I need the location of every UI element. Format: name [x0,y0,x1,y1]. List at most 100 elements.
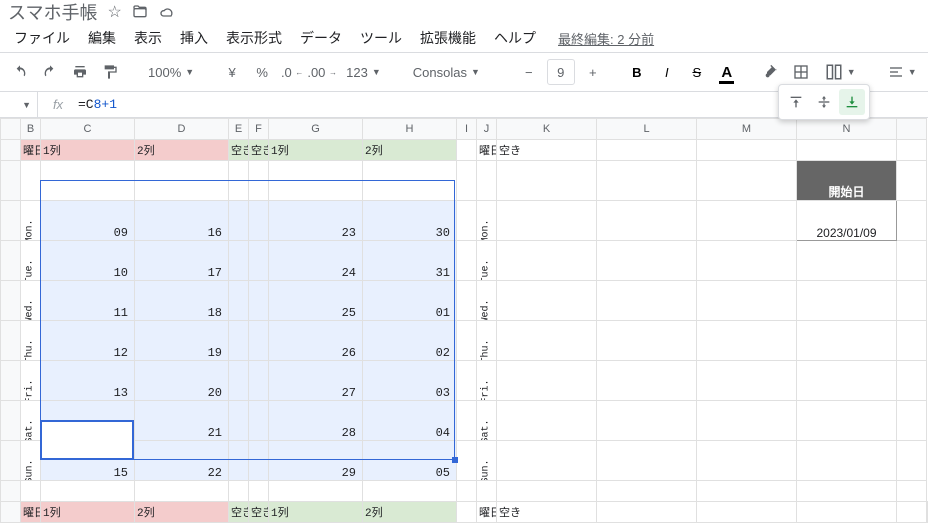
col-header[interactable]: C [41,119,135,140]
font-size-input[interactable]: 9 [547,59,575,85]
cell[interactable] [249,481,269,502]
cell[interactable] [497,481,597,502]
cell[interactable] [269,481,363,502]
cell[interactable] [597,140,697,161]
cell[interactable]: 24 [269,241,363,281]
cell[interactable]: 空き [497,502,597,523]
cell[interactable] [897,481,927,502]
cell[interactable] [41,481,135,502]
cell[interactable]: 曜日 [21,140,41,161]
cell[interactable] [497,201,597,241]
menu-format[interactable]: 表示形式 [218,24,290,52]
day-label[interactable]: Wed. [477,281,497,321]
cell[interactable] [249,321,269,361]
cell[interactable] [249,161,269,201]
text-color-button[interactable]: A [715,59,739,85]
day-label[interactable]: Tue. [21,241,41,281]
cell[interactable] [897,361,927,401]
format-percent[interactable]: % [250,59,274,85]
cell[interactable] [477,481,497,502]
day-label[interactable]: Thu. [21,321,41,361]
cell[interactable] [457,321,477,361]
cell[interactable]: 16 [135,201,229,241]
valign-middle-icon[interactable] [811,89,837,115]
cell[interactable]: 空き [249,140,269,161]
cell[interactable] [597,361,697,401]
cell[interactable]: 25 [269,281,363,321]
col-header[interactable]: F [249,119,269,140]
cell[interactable] [597,441,697,481]
font-family-select[interactable]: Consolas▼ [407,59,497,85]
select-all-corner[interactable] [1,119,21,140]
row-header[interactable] [1,441,21,481]
cell[interactable]: 曜日 [477,140,497,161]
row-header[interactable] [1,241,21,281]
col-header[interactable]: J [477,119,497,140]
day-label[interactable]: Fri. [477,361,497,401]
cell[interactable] [457,281,477,321]
cell[interactable] [497,161,597,201]
cell[interactable] [249,201,269,241]
cell[interactable] [897,201,927,241]
row-header[interactable] [1,140,21,161]
cell[interactable] [797,502,897,523]
cell[interactable] [497,441,597,481]
menu-data[interactable]: データ [292,24,350,52]
row-header[interactable] [1,201,21,241]
cell[interactable]: 1列 [269,502,363,523]
cell[interactable]: 曜日 [477,502,497,523]
day-label[interactable]: Mon. [21,201,41,241]
cell[interactable] [897,241,927,281]
col-header[interactable]: G [269,119,363,140]
menu-view[interactable]: 表示 [126,24,170,52]
row-header[interactable] [1,161,21,201]
print-icon[interactable] [68,59,92,85]
cell[interactable] [229,201,249,241]
cell[interactable] [597,241,697,281]
cell[interactable] [797,401,897,441]
cell[interactable] [897,281,927,321]
cell[interactable] [597,502,697,523]
cell[interactable] [497,321,597,361]
cell[interactable] [497,361,597,401]
menu-edit[interactable]: 編集 [80,24,124,52]
day-label[interactable]: Sun. [21,441,41,481]
cell[interactable] [597,481,697,502]
cell[interactable] [497,281,597,321]
cell[interactable]: 03 [363,361,457,401]
cell[interactable] [897,140,927,161]
redo-icon[interactable] [38,59,62,85]
cell[interactable] [597,281,697,321]
cell[interactable] [797,140,897,161]
col-header[interactable]: K [497,119,597,140]
strike-button[interactable]: S [685,59,709,85]
cell[interactable] [457,441,477,481]
cell[interactable] [457,502,477,523]
cell[interactable] [135,481,229,502]
col-header[interactable]: L [597,119,697,140]
cell[interactable] [457,241,477,281]
cell[interactable] [497,401,597,441]
cell[interactable] [249,441,269,481]
cell[interactable] [597,161,697,201]
cell[interactable]: 27 [269,361,363,401]
font-size-increase[interactable]: + [581,59,605,85]
column-header-row[interactable]: B C D E F G H I J K L M N [1,119,928,140]
cell[interactable] [249,241,269,281]
cell[interactable] [457,361,477,401]
day-label[interactable]: Thu. [477,321,497,361]
zoom-select[interactable]: 100%▼ [142,59,200,85]
day-label[interactable]: Mon. [477,201,497,241]
cell[interactable] [457,401,477,441]
cell[interactable] [797,241,897,281]
cell[interactable] [697,161,797,201]
cell[interactable] [269,161,363,201]
cell[interactable] [457,481,477,502]
cell[interactable]: 21 [135,401,229,441]
cell[interactable] [457,161,477,201]
cell[interactable]: 28 [269,401,363,441]
cell[interactable] [797,321,897,361]
move-icon[interactable] [132,4,148,20]
paint-format-icon[interactable] [98,59,122,85]
cell[interactable] [697,321,797,361]
